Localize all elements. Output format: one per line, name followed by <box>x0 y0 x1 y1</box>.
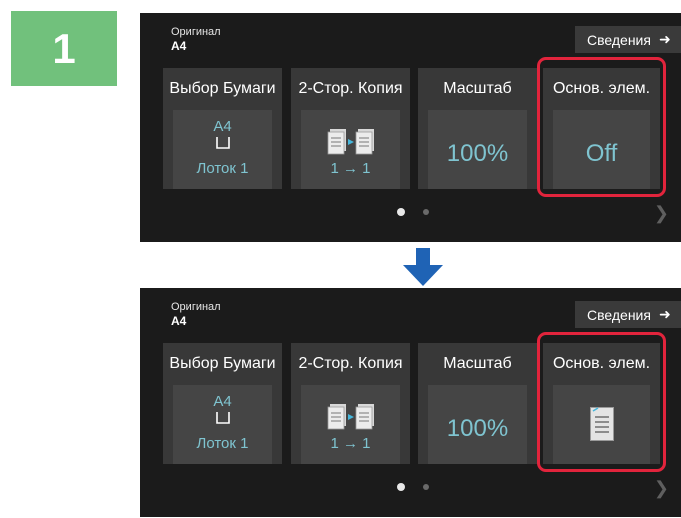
page-indicator-active <box>397 208 405 216</box>
details-button[interactable]: Сведения ➜ <box>575 301 681 328</box>
scale-value: 100% <box>446 140 509 167</box>
paper-tray-icon <box>215 412 230 424</box>
scale-tile[interactable]: Масштаб 100% <box>418 68 537 189</box>
paper-select-tile[interactable]: Выбор Бумаги A4 Лоток 1 <box>163 68 282 189</box>
paper-tray-icon <box>215 137 230 149</box>
original-size-value: A4 <box>171 314 187 328</box>
arrow-right-icon: ➜ <box>658 31 671 47</box>
copy-screen-before: Оригинал A4 Сведения ➜ Выбор Бумаги A4 Л… <box>140 13 681 242</box>
duplex-copy-title: 2-Стор. Копия <box>298 355 403 372</box>
arrow-right-icon: ➜ <box>658 306 671 322</box>
paper-size-value: A4 <box>213 393 232 410</box>
duplex-mode-icon <box>327 129 374 155</box>
original-size-value: A4 <box>171 39 187 53</box>
details-button[interactable]: Сведения ➜ <box>575 26 681 53</box>
duplex-mode-value: 1 → 1 <box>330 160 371 177</box>
page-indicator-inactive[interactable] <box>423 484 429 490</box>
original-label: Оригинал <box>171 301 221 313</box>
page-indicator-active <box>397 483 405 491</box>
page-indicator-inactive[interactable] <box>423 209 429 215</box>
paper-size-value: A4 <box>213 118 232 135</box>
duplex-copy-tile[interactable]: 2-Стор. Копия 1 → 1 <box>291 68 410 189</box>
original-label: Оригинал <box>171 26 221 38</box>
chevron-right-icon[interactable]: ❯ <box>654 203 669 224</box>
scale-tile[interactable]: Масштаб 100% <box>418 343 537 464</box>
copy-screen-after: Оригинал A4 Сведения ➜ Выбор Бумаги A4 Л… <box>140 288 681 517</box>
scale-title: Масштаб <box>443 80 512 97</box>
highlight-frame <box>537 57 666 197</box>
details-button-label: Сведения <box>587 31 651 48</box>
paper-select-title: Выбор Бумаги <box>169 355 276 372</box>
scale-value: 100% <box>446 415 509 442</box>
arrow-down-icon <box>403 248 443 286</box>
details-button-label: Сведения <box>587 306 651 323</box>
paper-tray-value: Лоток 1 <box>196 435 249 452</box>
duplex-mode-icon <box>327 404 374 430</box>
chevron-right-icon[interactable]: ❯ <box>654 478 669 499</box>
scale-title: Масштаб <box>443 355 512 372</box>
paper-select-title: Выбор Бумаги <box>169 80 276 97</box>
paper-select-tile[interactable]: Выбор Бумаги A4 Лоток 1 <box>163 343 282 464</box>
step-number-badge: 1 <box>11 11 117 86</box>
highlight-frame <box>537 332 666 472</box>
duplex-mode-value: 1 → 1 <box>330 435 371 452</box>
duplex-copy-title: 2-Стор. Копия <box>298 80 403 97</box>
duplex-copy-tile[interactable]: 2-Стор. Копия 1 → 1 <box>291 343 410 464</box>
paper-tray-value: Лоток 1 <box>196 160 249 177</box>
